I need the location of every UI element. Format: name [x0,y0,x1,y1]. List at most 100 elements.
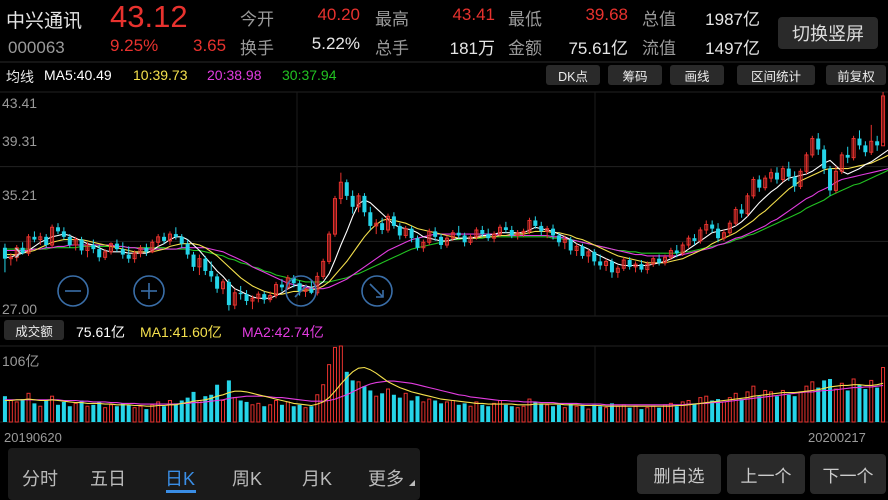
volume-bar [103,407,108,423]
candle-body [120,249,125,255]
volume-bar [621,404,626,423]
tab-five-day[interactable]: 五日 [90,465,126,491]
next-button[interactable]: 下一个 [810,454,886,494]
volume-bar [786,394,791,422]
volume-bar [851,378,856,423]
tab-weekly-k[interactable]: 周K [232,465,262,491]
remove-watchlist-button[interactable]: 删自选 [637,454,721,494]
previous-button[interactable]: 上一个 [727,454,805,494]
candle-body [863,145,868,153]
volume-bar [61,401,66,422]
volume-bar [509,406,514,422]
volume-bar [403,392,408,423]
volume-legend-item: 75.61亿 [76,324,126,340]
tab-monthly-k[interactable]: 月K [302,465,332,491]
range-stats-button[interactable]: 区间统计 [737,65,815,85]
volume-bar [120,403,125,422]
chips-button[interactable]: 筹码 [608,65,662,85]
ma10-line [4,154,888,295]
volume-bar [586,408,591,423]
volume-bar [427,398,432,423]
candle-body [344,182,349,196]
forward-adjust-button[interactable]: 前复权 [826,65,886,85]
stat-value: 39.68 [585,5,628,24]
candle-body [786,168,791,177]
volume-bar [662,404,668,423]
volume-bar [450,399,455,423]
candle-body [291,277,296,284]
volume-bar [244,401,249,422]
volume-bar [256,402,261,423]
candle-body [568,239,573,251]
candle-body [439,236,444,246]
volume-bar [527,398,532,423]
candle-body [592,251,597,262]
candle-body [380,223,385,231]
volume-bar [374,395,379,423]
stock-name: 中兴通讯 [6,11,83,32]
candle-body [857,138,862,146]
volume-tag[interactable]: 成交额 [4,320,64,340]
volume-bar [138,405,143,423]
candle-body [674,250,679,254]
candle-body [97,249,102,258]
candle-body [350,195,355,207]
volume-bar [462,403,467,422]
tab-more[interactable]: 更多 [368,465,404,491]
volume-bar [492,402,497,423]
tab-daily-k[interactable]: 日K [165,465,195,491]
volume-bar [810,381,815,423]
volume-bar [751,385,756,423]
candle-body [209,270,214,277]
volume-bar [250,404,255,423]
volume-bar [14,401,19,423]
volume-bar [79,400,84,422]
candle-body [2,247,7,259]
stat-value: 1987亿 [705,10,760,29]
volume-bar [191,391,196,422]
volume-bar [197,399,202,423]
current-price: 43.12 [110,0,188,34]
volume-bar [645,407,650,423]
candle-body [126,254,131,259]
volume-bar [674,406,679,422]
volume-bar [698,397,703,423]
price-axis-top: 43.41 [2,95,38,111]
tab-intraday[interactable]: 分时 [22,465,58,491]
draw-line-button[interactable]: 画线 [670,65,724,85]
candle-body [215,276,220,289]
chevron-left-icon[interactable]: › [14,238,22,266]
volume-bar [262,406,267,422]
dk-point-button[interactable]: DK点 [546,65,600,85]
candle-body [279,284,284,288]
volume-bar [739,399,744,422]
volume-bar [268,404,273,423]
candle-body [845,154,850,158]
candle-body [61,231,66,237]
candle-body [486,234,491,239]
candle-body [609,261,614,273]
candle-body [162,236,167,241]
price-axis-bottom: 27.00 [2,301,38,317]
stat-value: 181万 [449,39,495,58]
volume-bar [368,390,373,422]
volume-bar [598,406,603,422]
volume-bar [433,400,438,422]
volume-bar [627,407,632,422]
volume-bar [486,406,491,422]
volume-bar [55,404,60,422]
candle-body [238,292,243,295]
volume-bar [456,404,461,422]
volume-bar [468,405,473,423]
candle-body [639,264,644,270]
volume-bar [828,378,833,422]
volume-bar [568,403,573,422]
candle-body [244,294,249,301]
price-axis-2: 39.31 [2,133,38,149]
candle-body [580,246,585,256]
candle-body [692,238,697,241]
stat-label: 总手 [375,39,409,58]
candle-body [828,168,833,191]
volume-bar [421,401,426,423]
switch-portrait-button[interactable]: 切换竖屏 [778,17,878,49]
